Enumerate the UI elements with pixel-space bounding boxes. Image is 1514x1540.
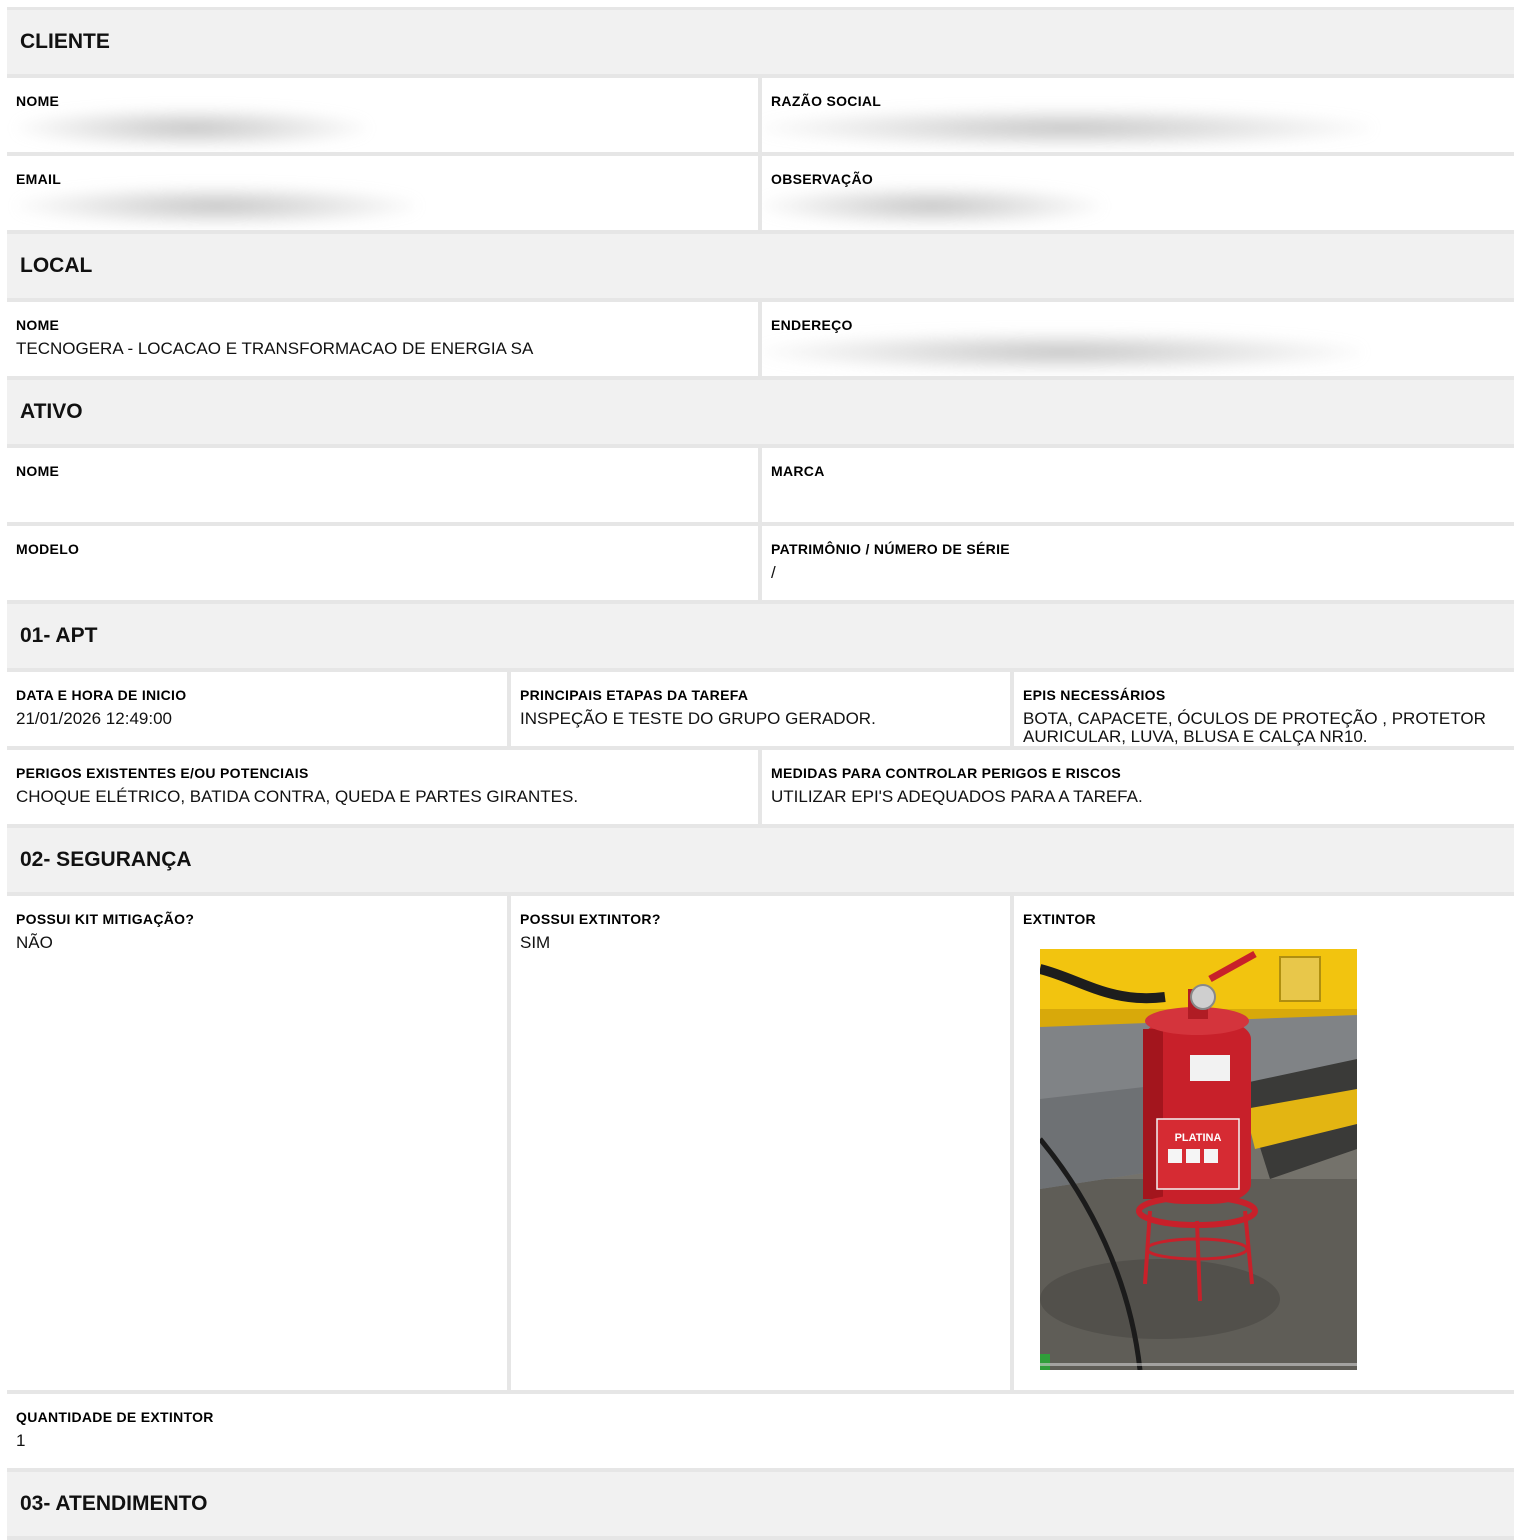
report-sheet: CLIENTE NOME RAZÃO SOCIAL EMAIL OBSERVAÇ…	[7, 7, 1514, 1540]
field-kit-mitigacao: POSSUI KIT MITIGAÇÃO? NÃO	[7, 896, 507, 1390]
redacted-value	[762, 108, 1372, 148]
extinguisher-photo[interactable]: PLATINA	[1040, 949, 1357, 1370]
redacted-value	[17, 186, 417, 226]
section-title-cliente: CLIENTE	[7, 7, 1514, 78]
field-quantidade-extintor: QUANTIDADE DE EXTINTOR 1	[7, 1394, 1514, 1468]
field-value: 21/01/2026 12:49:00	[16, 709, 172, 728]
field-cliente-observacao: OBSERVAÇÃO	[762, 156, 1514, 230]
field-value: NÃO	[16, 933, 53, 952]
section-title-ativo: ATIVO	[7, 380, 1514, 448]
field-label: PATRIMÔNIO / NÚMERO DE SÉRIE	[771, 541, 1010, 557]
field-apt-medidas: MEDIDAS PARA CONTROLAR PERIGOS E RISCOS …	[762, 750, 1514, 824]
field-label: NOME	[16, 463, 60, 479]
field-apt-etapas: PRINCIPAIS ETAPAS DA TAREFA INSPEÇÃO E T…	[511, 672, 1010, 746]
field-value: 1	[16, 1431, 26, 1450]
field-label: POSSUI EXTINTOR?	[520, 911, 661, 927]
field-ativo-modelo: MODELO	[7, 526, 758, 600]
field-ativo-nome: NOME	[7, 448, 758, 522]
field-value: SIM	[520, 933, 551, 952]
section-title-seguranca: 02- SEGURANÇA	[7, 828, 1514, 896]
field-label: PERIGOS EXISTENTES E/OU POTENCIAIS	[16, 765, 309, 781]
field-apt-epis: EPIS NECESSÁRIOS BOTA, CAPACETE, ÓCULOS …	[1014, 672, 1514, 746]
field-value: BOTA, CAPACETE, ÓCULOS DE PROTEÇÃO , PRO…	[1023, 709, 1490, 746]
field-possui-extintor: POSSUI EXTINTOR? SIM	[511, 896, 1010, 1390]
field-cliente-email: EMAIL	[7, 156, 758, 230]
extinguisher-photo-drawing: PLATINA	[1040, 949, 1357, 1370]
field-value: /	[771, 563, 776, 582]
field-label: NOME	[16, 93, 60, 109]
field-label: NOME	[16, 317, 60, 333]
field-value: CHOQUE ELÉTRICO, BATIDA CONTRA, QUEDA E …	[16, 787, 579, 806]
field-label: MARCA	[771, 463, 825, 479]
field-label: POSSUI KIT MITIGAÇÃO?	[16, 911, 195, 927]
redacted-value	[762, 186, 1102, 226]
field-apt-perigos: PERIGOS EXISTENTES E/OU POTENCIAIS CHOQU…	[7, 750, 758, 824]
field-value: INSPEÇÃO E TESTE DO GRUPO GERADOR.	[520, 709, 876, 728]
field-label: MEDIDAS PARA CONTROLAR PERIGOS E RISCOS	[771, 765, 1122, 781]
field-label: OBSERVAÇÃO	[771, 171, 874, 187]
extinguisher-brand-text: PLATINA	[1175, 1132, 1222, 1144]
redacted-value	[17, 108, 367, 148]
redacted-value	[762, 332, 1362, 372]
field-label: RAZÃO SOCIAL	[771, 93, 882, 109]
field-cliente-nome: NOME	[7, 78, 758, 152]
field-label: DATA E HORA DE INICIO	[16, 687, 187, 703]
section-title-local: LOCAL	[7, 234, 1514, 302]
field-local-nome: NOME TECNOGERA - LOCACAO E TRANSFORMACAO…	[7, 302, 758, 376]
field-label: MODELO	[16, 541, 80, 557]
field-extintor-foto: EXTINTOR PLATINA	[1014, 896, 1514, 1390]
field-ativo-marca: MARCA	[762, 448, 1514, 522]
field-label: PRINCIPAIS ETAPAS DA TAREFA	[520, 687, 749, 703]
field-label: EXTINTOR	[1023, 911, 1096, 927]
field-local-endereco: ENDEREÇO	[762, 302, 1514, 376]
field-ativo-patrimonio: PATRIMÔNIO / NÚMERO DE SÉRIE /	[762, 526, 1514, 600]
field-cliente-razao-social: RAZÃO SOCIAL	[762, 78, 1514, 152]
field-label: EMAIL	[16, 171, 62, 187]
field-label: ENDEREÇO	[771, 317, 853, 333]
field-value: TECNOGERA - LOCACAO E TRANSFORMACAO DE E…	[16, 339, 534, 358]
section-title-apt: 01- APT	[7, 604, 1514, 672]
field-label: QUANTIDADE DE EXTINTOR	[16, 1409, 214, 1425]
field-label: EPIS NECESSÁRIOS	[1023, 687, 1166, 703]
field-value: UTILIZAR EPI'S ADEQUADOS PARA A TAREFA.	[771, 787, 1143, 806]
field-apt-data-hora: DATA E HORA DE INICIO 21/01/2026 12:49:0…	[7, 672, 507, 746]
